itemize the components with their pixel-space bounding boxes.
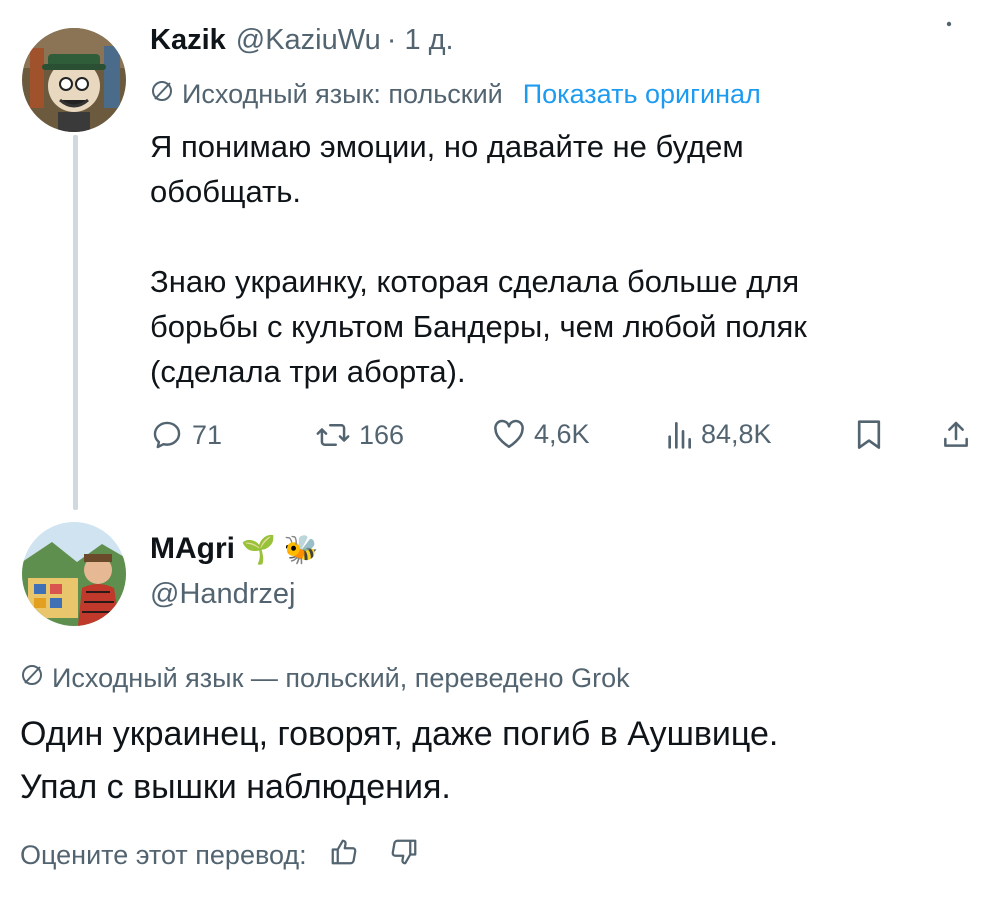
rate-label: Оцените этот перевод: xyxy=(20,839,307,870)
reply-body: Один украинец, говорят, даже погиб в Ауш… xyxy=(20,708,990,814)
translate-icon xyxy=(150,79,174,110)
reply-translation-row: Исходный язык — польский, переведено Gro… xyxy=(20,660,630,696)
translate-icon xyxy=(20,663,44,694)
more-icon[interactable] xyxy=(946,14,952,27)
tweet-body: Я понимаю эмоции, но давайте не будем об… xyxy=(150,124,970,394)
tweet-actions: 71 166 4,6K 84,8K xyxy=(150,418,980,462)
tweet-header: Kazik @KaziuWu · 1 д. xyxy=(150,20,454,60)
rate-translation-row: Оцените этот перевод: xyxy=(20,835,419,875)
reply-body-line: Упал с вышки наблюдения. xyxy=(20,768,451,806)
tweet-body-line: (сделала три аборта). xyxy=(150,354,466,389)
bookmark-icon xyxy=(857,420,881,449)
magri-avatar[interactable] xyxy=(22,522,126,626)
translation-note: Исходный язык: польский xyxy=(182,78,503,109)
thumbs-up-icon[interactable] xyxy=(329,837,359,874)
like-button[interactable]: 4,6K xyxy=(492,418,590,450)
share-icon xyxy=(944,421,968,447)
author-emoji: 🌱 🐝 xyxy=(241,533,319,565)
tweet-time[interactable]: · 1 д. xyxy=(387,24,454,57)
tweet-body-line: обобщать. xyxy=(150,174,302,209)
reply-icon xyxy=(153,421,181,449)
reply-header: MAgri 🌱 🐝 xyxy=(150,527,319,571)
views-count: 84,8K xyxy=(701,418,772,449)
reply-author-name[interactable]: MAgri xyxy=(150,532,235,566)
tweet-body-line: борьбы с культом Бандеры, чем любой поля… xyxy=(150,309,807,344)
kazik-avatar[interactable] xyxy=(22,28,126,132)
tweet-body-line: Я понимаю эмоции, но давайте не будем xyxy=(150,129,744,164)
tweet-body-line: Знаю украинку, которая сделала больше дл… xyxy=(150,264,800,299)
reply-button[interactable]: 71 xyxy=(150,418,222,452)
reply-count: 71 xyxy=(192,419,223,450)
thread-line xyxy=(73,135,78,510)
retweet-button[interactable]: 166 xyxy=(315,418,404,452)
author-handle[interactable]: @KaziuWu xyxy=(236,24,381,57)
thumbs-down-icon[interactable] xyxy=(389,837,419,874)
author-name[interactable]: Kazik xyxy=(150,24,226,57)
views-icon xyxy=(668,422,691,449)
bookmark-button[interactable] xyxy=(855,418,883,452)
show-original-link[interactable]: Показать оригинал xyxy=(523,79,761,110)
reply-body-line: Один украинец, говорят, даже погиб в Ауш… xyxy=(20,715,779,753)
translation-row: Исходный язык: польский Показать оригина… xyxy=(150,76,761,112)
retweet-icon xyxy=(316,424,350,446)
reply-author-handle[interactable]: @Handrzej xyxy=(150,578,296,611)
like-icon xyxy=(494,419,524,449)
retweet-count: 166 xyxy=(359,419,405,450)
like-count: 4,6K xyxy=(534,418,590,449)
reply-translation-note: Исходный язык — польский, переведено Gro… xyxy=(52,662,630,693)
views-button[interactable]: 84,8K xyxy=(665,418,772,450)
share-button[interactable] xyxy=(940,418,972,452)
